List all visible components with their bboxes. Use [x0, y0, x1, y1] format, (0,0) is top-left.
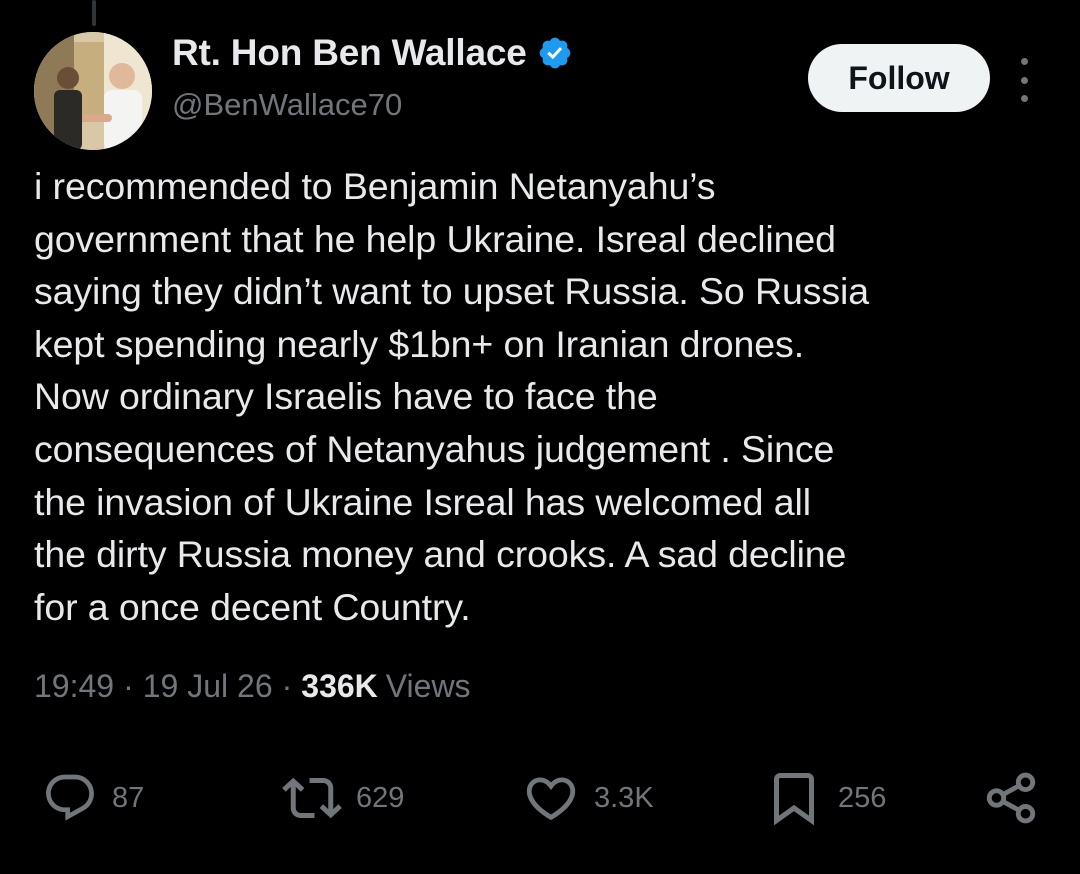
views-label: Views — [385, 668, 471, 704]
tweet-meta: 19:49 · 19 Jul 26 · 336K Views — [34, 668, 471, 705]
bookmark-count: 256 — [838, 781, 887, 814]
tweet-text: i recommended to Benjamin Netanyahu’s go… — [34, 165, 870, 628]
ellipsis-dot — [1020, 58, 1028, 65]
thread-connector-line — [92, 0, 96, 26]
repost-button[interactable]: 629 — [282, 760, 404, 836]
share-button[interactable] — [982, 760, 1040, 836]
reply-button[interactable]: 87 — [42, 760, 144, 836]
separator-dot: · — [123, 668, 134, 704]
like-button[interactable]: 3.3K — [522, 760, 654, 836]
author-display-name[interactable]: Rt. Hon Ben Wallace — [172, 32, 527, 74]
author-handle[interactable]: @BenWallace70 — [172, 87, 402, 123]
views-count[interactable]: 336K — [301, 668, 378, 705]
tweet-date[interactable]: 19 Jul 26 — [143, 668, 273, 705]
like-count: 3.3K — [594, 781, 654, 814]
follow-button[interactable]: Follow — [808, 44, 990, 112]
tweet-actions-bar: 87 629 3.3K 256 — [0, 760, 1080, 836]
bookmark-button[interactable]: 256 — [764, 760, 886, 836]
more-options-vertical-ellipsis-icon[interactable] — [1010, 58, 1038, 102]
speech-bubble-icon — [46, 774, 94, 821]
avatar[interactable] — [34, 32, 152, 150]
avatar-photo — [34, 32, 152, 150]
repost-arrows-icon — [282, 777, 342, 819]
separator-dot: · — [281, 668, 293, 704]
bookmark-icon — [774, 773, 814, 826]
heart-icon — [526, 777, 576, 821]
ellipsis-dot — [1020, 95, 1028, 102]
share-nodes-icon — [986, 772, 1036, 824]
verified-badge-icon[interactable] — [537, 35, 573, 71]
reply-count: 87 — [112, 781, 145, 814]
tweet-time[interactable]: 19:49 — [34, 668, 114, 705]
ellipsis-dot — [1020, 76, 1028, 84]
author-name-row: Rt. Hon Ben Wallace — [172, 32, 573, 74]
repost-count: 629 — [356, 781, 405, 814]
